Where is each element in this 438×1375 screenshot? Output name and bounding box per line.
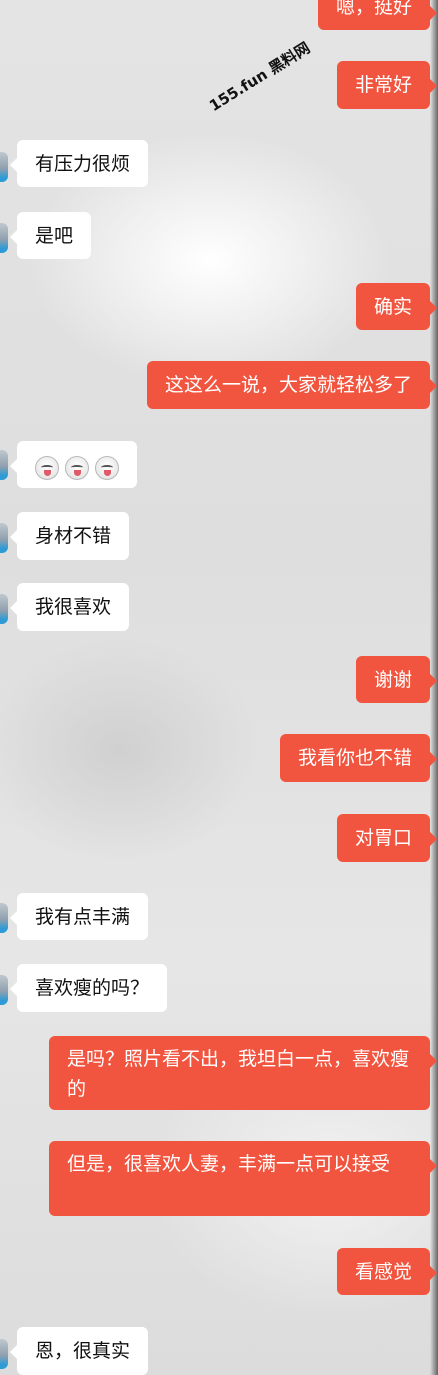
message-sent[interactable]: 嗯，挺好 [317, 0, 438, 30]
message-received[interactable]: 有压力很烦 [9, 140, 149, 187]
message-sent[interactable]: 我看你也不错 [279, 734, 438, 782]
message-received[interactable]: 是吧 [9, 212, 92, 259]
message-sent[interactable]: 但是，很喜欢人妻，丰满一点可以接受 [49, 1141, 437, 1216]
message-text: 我有点丰满 [35, 906, 131, 928]
message-text: 但是，很喜欢人妻，丰满一点可以接受 [67, 1153, 391, 1175]
message-received[interactable]: 我很喜欢 [9, 583, 130, 631]
tongue-face-icon [35, 455, 59, 480]
contact-avatar[interactable] [0, 594, 8, 624]
message-sent[interactable]: 看感觉 [336, 1248, 438, 1295]
message-text: 确实 [373, 296, 412, 318]
message-sent[interactable]: 谢谢 [355, 656, 438, 703]
message-text: 看感觉 [354, 1261, 412, 1283]
contact-avatar[interactable] [0, 903, 8, 933]
message-text: 喜欢瘦的吗？ [35, 977, 150, 999]
message-sent[interactable]: 对胃口 [336, 814, 438, 862]
contact-avatar[interactable] [0, 523, 8, 553]
contact-avatar[interactable] [0, 450, 8, 480]
contact-avatar[interactable] [0, 223, 8, 253]
message-sent[interactable]: 这这么一说，大家就轻松多了 [146, 361, 438, 409]
message-text: 有压力很烦 [35, 153, 131, 175]
message-text: 非常好 [354, 74, 412, 96]
message-text: 这这么一说，大家就轻松多了 [164, 374, 412, 396]
tongue-face-icon [95, 455, 119, 480]
message-text: 谢谢 [373, 669, 412, 691]
message-received[interactable]: 恩，很真实 [9, 1327, 149, 1375]
message-received[interactable]: 身材不错 [9, 512, 130, 560]
message-sent[interactable]: 是吗？照片看不出，我坦白一点，喜欢瘦的 [49, 1036, 437, 1110]
message-sent[interactable]: 确实 [355, 283, 438, 330]
message-text: 嗯，挺好 [335, 0, 412, 18]
contact-avatar[interactable] [0, 152, 8, 182]
message-text: 身材不错 [35, 525, 112, 547]
message-received[interactable]: 喜欢瘦的吗？ [9, 964, 168, 1012]
message-text: 对胃口 [354, 827, 412, 849]
message-text: 我看你也不错 [297, 747, 412, 769]
contact-avatar[interactable] [0, 1339, 8, 1369]
message-received[interactable]: 我有点丰满 [9, 893, 149, 940]
tongue-face-icon [65, 455, 89, 480]
message-text: 是吧 [35, 225, 74, 247]
message-text: 我很喜欢 [35, 596, 112, 618]
message-sent[interactable]: 非常好 [336, 61, 438, 109]
message-received-emoji[interactable] [10, 441, 137, 488]
contact-avatar[interactable] [0, 975, 8, 1005]
message-text: 恩，很真实 [35, 1340, 131, 1362]
message-text: 是吗？照片看不出，我坦白一点，喜欢瘦的 [67, 1048, 410, 1100]
